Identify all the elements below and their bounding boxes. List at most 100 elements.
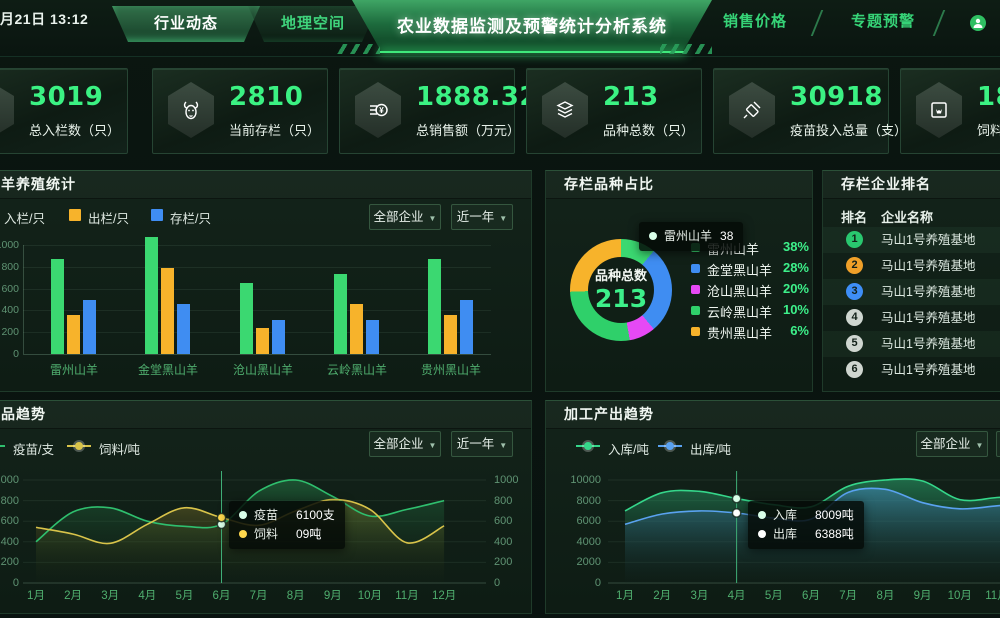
kpi-card: 188饲料投入 xyxy=(900,68,1000,154)
kpi-value: 3019 xyxy=(29,82,103,112)
breed-total-label: 品种总数 xyxy=(570,265,672,284)
system-title: 农业数据监测及预警统计分析系统 xyxy=(352,0,712,53)
kpi-label: 总销售额（万元） xyxy=(416,120,520,139)
goat-icon xyxy=(179,98,203,122)
legend-item: 疫苗/支 xyxy=(0,439,54,455)
kpi-value: 2810 xyxy=(229,82,303,112)
nav-tab-sale-price[interactable]: 销售价格 xyxy=(700,0,810,44)
bar xyxy=(366,320,379,354)
x-axis-month-label: 12月 xyxy=(427,587,461,603)
filter-dropdown-label: 全部企业 xyxy=(921,437,971,451)
filter-dropdown-button[interactable]: 近一年▼ xyxy=(451,204,513,230)
x-axis-month-label: 11月 xyxy=(390,587,424,603)
y-axis-tick-label: 2000 xyxy=(546,556,601,568)
enterprise-name: 马山1号养殖基地 xyxy=(881,253,975,279)
kpi-card: 213 品种总数（只） xyxy=(526,68,702,154)
legend-swatch xyxy=(69,209,81,221)
kpi-value: 30918 xyxy=(790,82,883,112)
y-axis-tick-label: 0 xyxy=(0,577,19,589)
legend-label: 入库/吨 xyxy=(608,443,649,457)
kpi-icon-hexagon xyxy=(540,82,590,138)
chevron-down-icon: ▼ xyxy=(429,214,437,223)
filter-dropdown-button[interactable]: 全部企业▼ xyxy=(369,431,441,457)
y-axis-tick-label: 400 xyxy=(0,536,19,548)
bar xyxy=(51,259,64,354)
rank-badge: 3 xyxy=(846,283,863,300)
y-axis-tick-label: 4000 xyxy=(546,536,601,548)
chevron-down-icon: ▼ xyxy=(429,441,437,450)
bar xyxy=(177,304,190,354)
chevron-down-icon: ▼ xyxy=(499,214,507,223)
bar xyxy=(67,315,80,354)
filter-dropdown-button[interactable]: 近一年▼ xyxy=(451,431,513,457)
legend-dot-marker xyxy=(584,442,592,450)
panel-processing-output-trend: 加工产出趋势 入库/吨出库/吨全部企业▼02000400060008000100… xyxy=(545,400,1000,614)
y-axis-tick-label: 1000 xyxy=(0,474,19,486)
x-axis-line xyxy=(23,354,491,355)
kpi-label: 疫苗投入总量（支） xyxy=(790,120,907,139)
pie-legend-label: 沧山黑山羊 xyxy=(707,281,772,300)
pie-legend-swatch xyxy=(691,327,700,336)
x-axis-category-label: 云岭黑山羊 xyxy=(312,361,402,378)
kpi-value: 213 xyxy=(603,82,659,112)
gridline xyxy=(23,289,491,290)
tooltip-dot xyxy=(239,511,247,519)
y-axis-tick-label-right: 200 xyxy=(494,556,512,568)
bar xyxy=(240,283,253,354)
pie-legend-item: 金堂黑山羊28% xyxy=(691,260,809,278)
legend-label: 入栏/只 xyxy=(4,212,45,226)
x-axis-month-label: 4月 xyxy=(720,587,754,603)
x-axis-month-label: 2月 xyxy=(645,587,679,603)
user-avatar-icon[interactable] xyxy=(970,15,986,31)
x-axis-month-label: 6月 xyxy=(205,587,239,603)
kpi-label: 总入栏数（只） xyxy=(29,120,120,139)
person-icon xyxy=(972,17,984,29)
kpi-icon-hexagon xyxy=(914,82,964,138)
bar xyxy=(350,304,363,354)
tooltip-label: 出库 xyxy=(773,525,807,544)
panel-title: 存栏品种占比 xyxy=(546,171,812,199)
nav-tab-warning[interactable]: 专题预警 xyxy=(828,0,938,44)
x-axis-month-label: 10月 xyxy=(943,587,977,603)
filter-dropdown-button[interactable]: 全部企业▼ xyxy=(916,431,988,457)
kpi-value: 1888.32 xyxy=(416,82,538,112)
kpi-label: 品种总数（只） xyxy=(603,120,694,139)
x-axis-category-label: 沧山黑山羊 xyxy=(218,361,308,378)
top-nav-bar: 月21日 13:12 行业动态 地理空间 农业数据监测及预警统计分析系统 销售价… xyxy=(0,0,1000,57)
panel-goat-breeding-stats: 羊养殖统计 入栏/只出栏/只存栏/只全部企业▼近一年▼0200400600800… xyxy=(0,170,532,392)
bar xyxy=(334,274,347,354)
y-axis-tick-label: 10000 xyxy=(546,474,601,486)
y-axis-tick-label: 6000 xyxy=(546,515,601,527)
pie-legend-label: 贵州黑山羊 xyxy=(707,323,772,342)
tooltip-dot xyxy=(649,232,657,240)
bar xyxy=(272,320,285,354)
y-axis-tick-label-right: 600 xyxy=(494,515,512,527)
panel-title: 品趋势 xyxy=(0,401,531,429)
pie-legend-item: 云岭黑山羊10% xyxy=(691,302,809,320)
rank-badge: 1 xyxy=(846,231,863,248)
y-axis-tick-label: 600 xyxy=(0,515,19,527)
legend-label: 出栏/只 xyxy=(88,212,129,226)
table-row: 5马山1号养殖基地 xyxy=(823,331,1000,357)
tooltip-label: 入库 xyxy=(773,506,807,525)
tooltip-label: 饲料 xyxy=(254,525,288,544)
tooltip-value: 8009吨 xyxy=(815,508,854,522)
filter-dropdown-button-clipped[interactable] xyxy=(996,431,1000,457)
table-row: 2马山1号养殖基地 xyxy=(823,253,1000,279)
tooltip-label: 疫苗 xyxy=(254,506,288,525)
y-axis-tick-label-right: 800 xyxy=(494,495,512,507)
pie-legend-percent: 20% xyxy=(783,281,809,296)
filter-dropdown-button[interactable]: 全部企业▼ xyxy=(369,204,441,230)
enterprise-name: 马山1号养殖基地 xyxy=(881,331,975,357)
nav-tab-industry[interactable]: 行业动态 xyxy=(112,6,260,42)
x-axis-month-label: 7月 xyxy=(242,587,276,603)
pie-legend-percent: 6% xyxy=(790,323,809,338)
feed-bag-icon xyxy=(927,98,951,122)
legend-dot-marker xyxy=(75,442,83,450)
tooltip-row: 入库 8009吨 xyxy=(758,506,854,525)
kpi-icon-hexagon xyxy=(166,82,216,138)
kpi-label: 当前存栏（只） xyxy=(229,120,320,139)
y-axis-tick-label: 600 xyxy=(0,283,19,295)
pie-legend-percent: 10% xyxy=(783,302,809,317)
x-axis-month-label: 6月 xyxy=(794,587,828,603)
